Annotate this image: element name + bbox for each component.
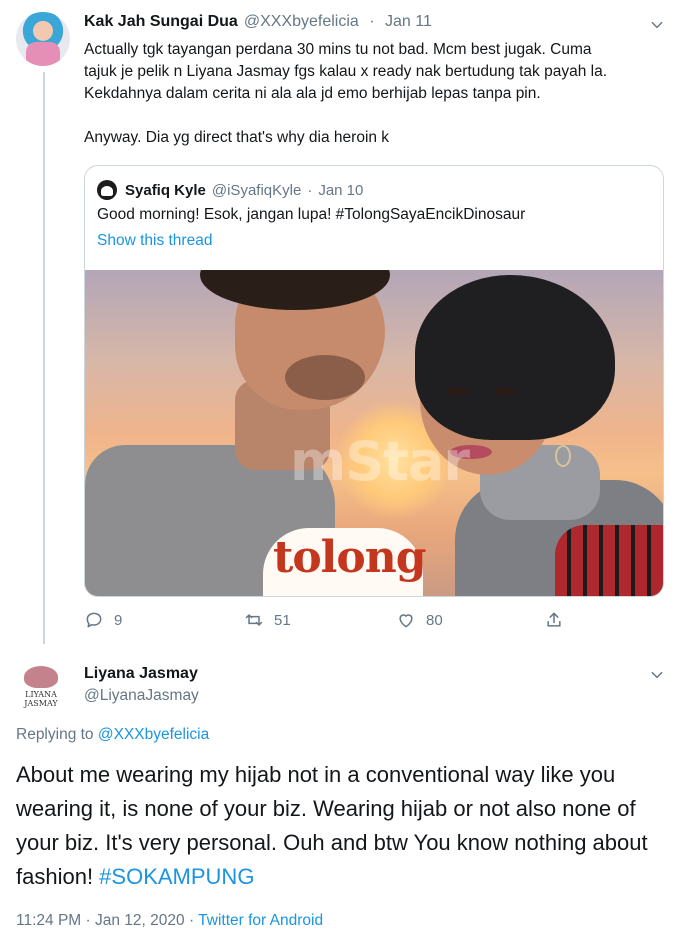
retweet-button[interactable]: 51 bbox=[244, 610, 291, 630]
retweet-icon bbox=[245, 614, 263, 626]
separator-dot: · bbox=[369, 13, 375, 30]
tweet-text-paragraph-1: Actually tgk tayangan perdana 30 mins tu… bbox=[84, 41, 608, 102]
quoted-author-name: Syafiq Kyle bbox=[125, 181, 206, 199]
tweet-kak-jah[interactable]: Kak Jah Sungai Dua @XXXbyefelicia · Jan 1… bbox=[0, 0, 679, 650]
avatar[interactable]: LIYANA JASMAY bbox=[14, 664, 68, 718]
tweet-timestamp: 11:24 PM · Jan 12, 2020 · Twitter for An… bbox=[16, 912, 323, 930]
image-woman-beret bbox=[415, 275, 615, 440]
author-handle[interactable]: @XXXbyefelicia bbox=[244, 13, 359, 30]
avatar-brand-text: LIYANA JASMAY bbox=[24, 690, 58, 708]
replying-to-handle-link[interactable]: @XXXbyefelicia bbox=[98, 726, 209, 743]
separator-dot: · bbox=[307, 181, 313, 199]
replying-to: Replying to @XXXbyefelicia bbox=[16, 726, 209, 744]
image-woman-eye-left bbox=[447, 388, 469, 395]
reply-button[interactable]: 9 bbox=[84, 610, 122, 630]
tweet-date[interactable]: Jan 12, 2020 bbox=[95, 912, 185, 929]
retweet-count: 51 bbox=[274, 611, 291, 629]
author-handle[interactable]: @LiyanaJasmay bbox=[84, 687, 199, 705]
image-logo-text: tolong bbox=[273, 532, 426, 583]
author-name[interactable]: Liyana Jasmay bbox=[84, 665, 198, 683]
tweet-time[interactable]: 11:24 PM bbox=[16, 912, 81, 929]
image-watermark: mStar bbox=[290, 430, 470, 493]
tweet-text-paragraph-2: Anyway. Dia yg direct that's why dia her… bbox=[84, 129, 390, 146]
tweet-header: Kak Jah Sungai Dua @XXXbyefelicia · Jan 1… bbox=[84, 13, 432, 31]
image-woman-plaid-shirt bbox=[555, 525, 663, 596]
chevron-down-icon[interactable] bbox=[650, 668, 664, 682]
hashtag-link[interactable]: #SOKAMPUNG bbox=[99, 864, 254, 889]
show-thread-link[interactable]: Show this thread bbox=[97, 232, 212, 250]
quoted-date: Jan 10 bbox=[318, 181, 364, 199]
like-count: 80 bbox=[426, 611, 443, 629]
reply-icon bbox=[86, 612, 102, 628]
quoted-tweet-card[interactable]: Syafiq Kyle @iSyafiqKyle · Jan 10 Good m… bbox=[84, 165, 664, 597]
avatar-brand-mark bbox=[24, 666, 58, 688]
quoted-author-handle: @iSyafiqKyle bbox=[211, 181, 302, 199]
quoted-tweet-header: Syafiq Kyle @iSyafiqKyle · Jan 10 bbox=[97, 180, 363, 200]
chevron-down-icon[interactable] bbox=[650, 18, 664, 32]
tweet-text: About me wearing my hijab not in a conve… bbox=[16, 758, 666, 894]
reply-count: 9 bbox=[114, 611, 123, 629]
share-icon bbox=[547, 612, 561, 627]
tweet-text: Actually tgk tayangan perdana 30 mins tu… bbox=[84, 39, 659, 149]
image-man-beard bbox=[285, 355, 365, 400]
quoted-tweet-text: Good morning! Esok, jangan lupa! #Tolong… bbox=[97, 206, 526, 223]
tweet-actions: 9 51 80 bbox=[84, 610, 584, 634]
separator-dot: · bbox=[188, 912, 195, 929]
like-icon bbox=[399, 614, 413, 628]
author-name[interactable]: Kak Jah Sungai Dua bbox=[84, 13, 238, 30]
image-woman-eye-right bbox=[493, 388, 515, 395]
replying-prefix: Replying to bbox=[16, 726, 94, 743]
separator-dot: · bbox=[85, 912, 91, 929]
avatar-scarf-shape bbox=[26, 42, 60, 66]
quoted-tweet-image[interactable]: mStar tolong bbox=[85, 270, 663, 596]
tweet-date[interactable]: Jan 11 bbox=[385, 13, 432, 30]
tweet-source-link[interactable]: Twitter for Android bbox=[198, 912, 323, 929]
tweet-liyana-jasmay[interactable]: LIYANA JASMAY Liyana Jasmay @LiyanaJasma… bbox=[0, 650, 679, 940]
share-button[interactable] bbox=[544, 610, 574, 630]
like-button[interactable]: 80 bbox=[396, 610, 443, 630]
quoted-avatar bbox=[97, 180, 117, 200]
image-woman-earring bbox=[555, 445, 571, 467]
avatar[interactable] bbox=[16, 12, 70, 66]
